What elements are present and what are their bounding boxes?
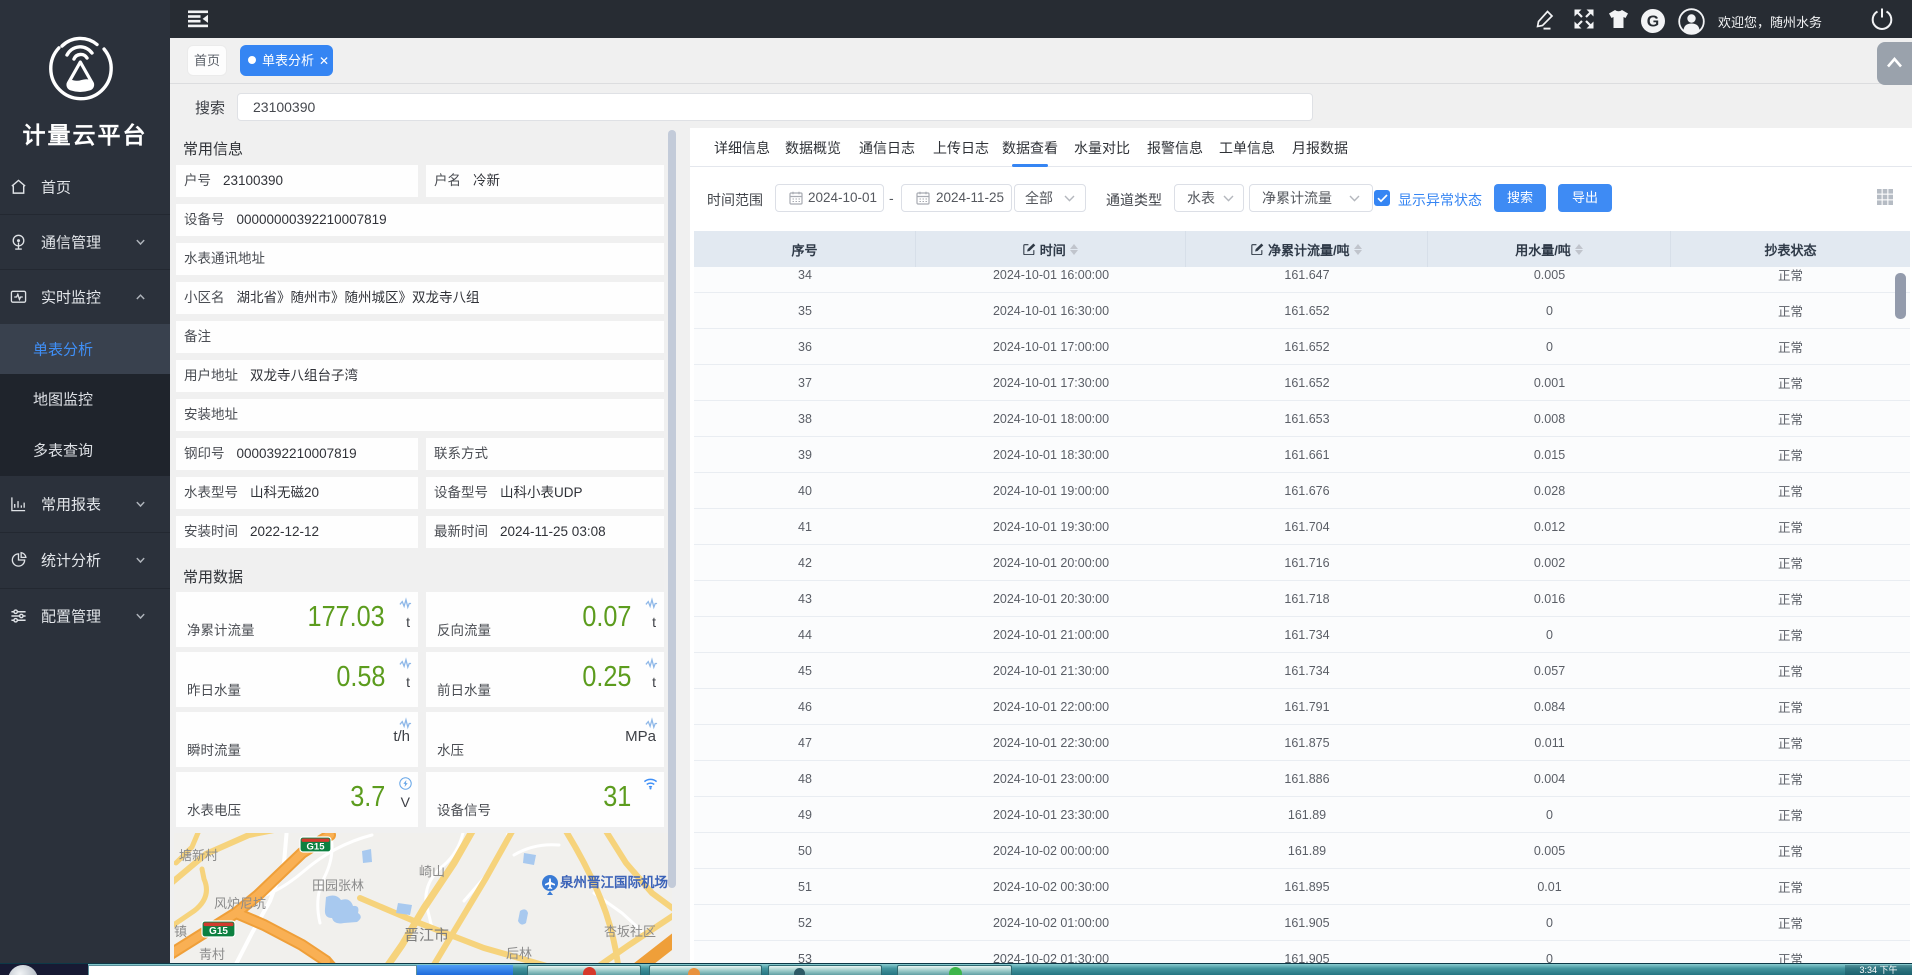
svg-text:G15: G15 (307, 842, 326, 853)
svg-text:G: G (1647, 14, 1659, 31)
svg-text:晋江市: 晋江市 (404, 927, 449, 944)
svg-text:镇: 镇 (174, 924, 187, 939)
svg-text:靑村: 靑村 (199, 947, 225, 962)
svg-text:崎山: 崎山 (419, 864, 445, 879)
svg-text:风炉尼坑: 风炉尼坑 (214, 896, 266, 911)
svg-text:后林: 后林 (506, 946, 532, 961)
svg-text:杏坂社区: 杏坂社区 (604, 924, 656, 939)
svg-text:田园张林: 田园张林 (312, 878, 364, 893)
svg-text:泉州晋江国际机场: 泉州晋江国际机场 (560, 874, 668, 890)
svg-text:塘新村: 塘新村 (179, 848, 218, 863)
svg-text:G15: G15 (209, 926, 228, 937)
